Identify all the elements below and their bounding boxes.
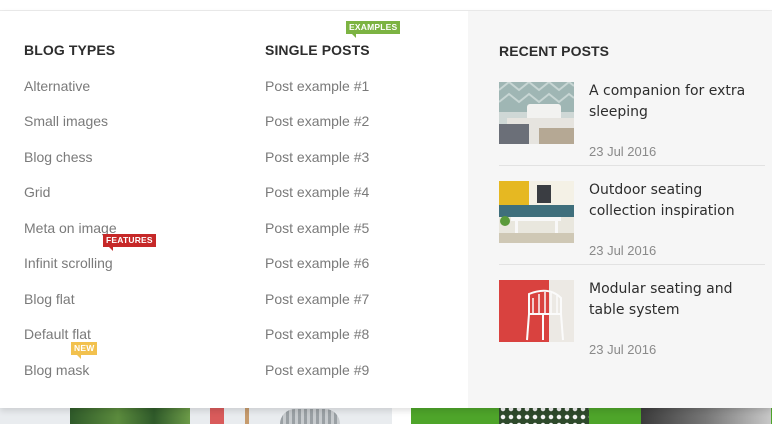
post-thumbnail-kitchen[interactable] [499, 181, 574, 243]
blog-types-heading: BLOG TYPES [24, 42, 116, 58]
menu-link-default-flat[interactable]: Default flat [24, 326, 91, 342]
examples-badge: EXAMPLES [346, 21, 401, 38]
menu-link-alternative[interactable]: Alternative [24, 78, 90, 94]
features-badge: FEATURES [103, 234, 156, 251]
menu-link-post-example-5[interactable]: Post example #5 [265, 220, 369, 236]
menu-link-post-example-4[interactable]: Post example #4 [265, 184, 369, 200]
mega-menu-dropdown: BLOG TYPES Alternative Small images Blog… [0, 11, 772, 408]
post-date: 23 Jul 2016 [589, 243, 657, 258]
post-title[interactable]: Modular seating and table system [589, 279, 769, 321]
menu-link-blog-mask[interactable]: Blog mask [24, 362, 89, 378]
post-thumbnail-bedroom[interactable] [499, 82, 574, 144]
menu-link-post-example-3[interactable]: Post example #3 [265, 149, 369, 165]
menu-link-post-example-7[interactable]: Post example #7 [265, 291, 369, 307]
post-date: 23 Jul 2016 [589, 342, 657, 357]
menu-link-blog-chess[interactable]: Blog chess [24, 149, 92, 165]
new-badge: NEW [71, 342, 98, 359]
recent-posts-heading: RECENT POSTS [499, 43, 610, 59]
post-divider [499, 165, 765, 166]
post-thumbnail-chair[interactable] [499, 280, 574, 342]
menu-link-post-example-2[interactable]: Post example #2 [265, 113, 369, 129]
post-title[interactable]: Outdoor seating collection inspiration [589, 180, 769, 222]
menu-link-infinit-scrolling[interactable]: Infinit scrolling [24, 255, 113, 271]
menu-link-grid[interactable]: Grid [24, 184, 50, 200]
chair-graphic [280, 409, 340, 424]
post-divider [499, 264, 765, 265]
menu-link-blog-flat[interactable]: Blog flat [24, 291, 75, 307]
menu-link-small-images[interactable]: Small images [24, 113, 108, 129]
menu-link-post-example-6[interactable]: Post example #6 [265, 255, 369, 271]
post-date: 23 Jul 2016 [589, 144, 657, 159]
menu-link-post-example-8[interactable]: Post example #8 [265, 326, 369, 342]
menu-link-post-example-9[interactable]: Post example #9 [265, 362, 369, 378]
post-title[interactable]: A companion for extra sleeping [589, 81, 769, 123]
menu-link-post-example-1[interactable]: Post example #1 [265, 78, 369, 94]
single-posts-heading: SINGLE POSTS [265, 42, 370, 58]
